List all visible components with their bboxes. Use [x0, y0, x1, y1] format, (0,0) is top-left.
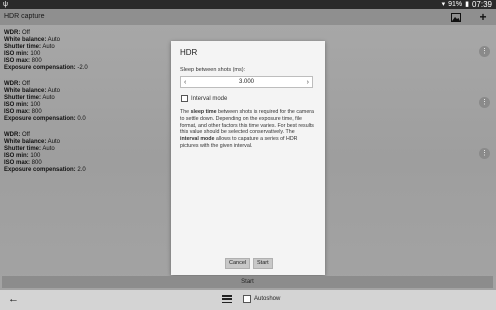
exposure-row: Exposure compensation: 0.0	[4, 116, 86, 122]
exposure-row: Exposure compensation: -2.0	[4, 65, 88, 71]
white-balance-row: White balance: Auto	[4, 37, 61, 43]
iso-max-row: ISO max: 800	[4, 109, 42, 115]
autoshow-label: Autoshow	[254, 296, 281, 302]
wdr-row: WDR: Off	[4, 30, 30, 36]
more-options-icon[interactable]: ⋮	[479, 148, 490, 159]
white-balance-row: White balance: Auto	[4, 139, 61, 145]
dialog-description: The sleep time between shots is required…	[180, 109, 314, 149]
bottom-bar: ← Autoshow	[0, 290, 496, 310]
image-icon[interactable]	[450, 11, 462, 23]
shutter-row: Shutter time: Auto	[4, 95, 55, 101]
autoshow-toggle[interactable]: Autoshow	[243, 295, 280, 303]
settings-block-1[interactable]: WDR: Off White balance: Auto Shutter tim…	[4, 30, 88, 72]
white-balance-row: White balance: Auto	[4, 88, 61, 94]
sleep-stepper[interactable]: ‹ 3.000 ›	[180, 76, 313, 88]
app-title: HDR capture	[4, 13, 45, 20]
iso-min-row: ISO min: 100	[4, 102, 41, 108]
more-options-icon[interactable]: ⋮	[479, 97, 490, 108]
iso-max-row: ISO max: 800	[4, 160, 42, 166]
sleep-label: Sleep between shots (ms):	[180, 67, 246, 73]
start-button[interactable]: Start	[2, 276, 493, 288]
plus-icon[interactable]: +	[477, 10, 489, 24]
cancel-button[interactable]: Cancel	[225, 258, 251, 269]
dialog-start-button[interactable]: Start	[253, 258, 273, 269]
autoshow-checkbox[interactable]	[243, 295, 251, 303]
settings-block-2[interactable]: WDR: Off White balance: Auto Shutter tim…	[4, 81, 86, 123]
dialog-title: HDR	[180, 48, 198, 57]
interval-mode-row[interactable]: Interval mode	[181, 95, 227, 102]
wdr-row: WDR: Off	[4, 132, 30, 138]
usb-icon: ψ	[3, 1, 8, 8]
increment-button[interactable]: ›	[307, 77, 309, 88]
battery-icon: ▮	[465, 1, 469, 8]
list-icon[interactable]	[222, 295, 232, 304]
iso-min-row: ISO min: 100	[4, 51, 41, 57]
iso-min-row: ISO min: 100	[4, 153, 41, 159]
shutter-row: Shutter time: Auto	[4, 44, 55, 50]
settings-block-3[interactable]: WDR: Off White balance: Auto Shutter tim…	[4, 132, 86, 174]
battery-percent: 91%	[448, 1, 463, 8]
wifi-icon: ▾	[441, 1, 446, 8]
exposure-row: Exposure compensation: 2.0	[4, 167, 86, 173]
clock: 07:39	[471, 0, 492, 9]
app-bar: HDR capture +	[0, 9, 496, 25]
status-right: ▾ 91% ▮ 07:39	[442, 0, 492, 9]
interval-mode-checkbox[interactable]	[181, 95, 188, 102]
status-bar: ψ ▾ 91% ▮ 07:39	[0, 0, 496, 9]
shutter-row: Shutter time: Auto	[4, 146, 55, 152]
iso-max-row: ISO max: 800	[4, 58, 42, 64]
wdr-row: WDR: Off	[4, 81, 30, 87]
more-options-icon[interactable]: ⋮	[479, 46, 490, 57]
back-arrow-icon[interactable]: ←	[8, 293, 19, 305]
sleep-value[interactable]: 3.000	[181, 77, 312, 88]
interval-mode-label: Interval mode	[191, 95, 228, 102]
hdr-dialog: HDR Sleep between shots (ms): ‹ 3.000 › …	[171, 41, 325, 275]
